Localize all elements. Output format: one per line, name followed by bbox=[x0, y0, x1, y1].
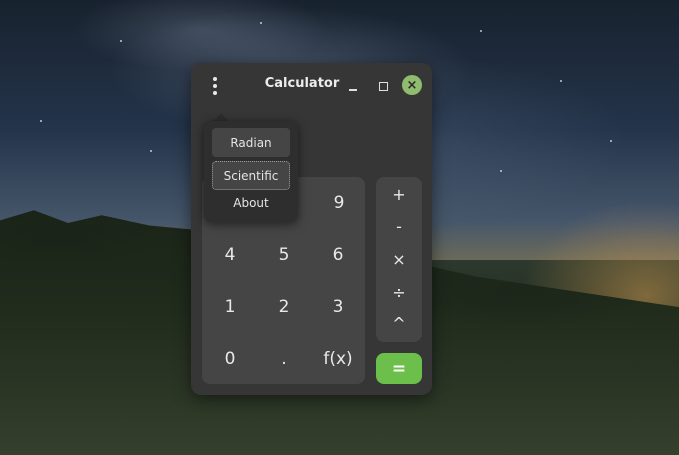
key-1[interactable]: 1 bbox=[205, 287, 255, 327]
key-minus[interactable]: - bbox=[376, 212, 422, 240]
star bbox=[610, 140, 612, 142]
key-divide[interactable]: ÷ bbox=[376, 278, 422, 306]
menu-item-scientific[interactable]: Scientific bbox=[212, 161, 290, 190]
operator-panel: + - × ÷ ^ bbox=[376, 177, 422, 342]
key-multiply[interactable]: × bbox=[376, 245, 422, 273]
star bbox=[120, 40, 122, 42]
star bbox=[560, 80, 562, 82]
main-menu-popover: Radian Scientific About bbox=[204, 121, 298, 222]
minimize-icon[interactable] bbox=[342, 75, 364, 97]
star bbox=[480, 30, 482, 32]
menu-item-radian[interactable]: Radian bbox=[212, 128, 290, 157]
key-9[interactable]: 9 bbox=[314, 183, 364, 223]
close-icon[interactable]: × bbox=[402, 75, 422, 95]
key-6[interactable]: 6 bbox=[313, 235, 363, 275]
key-4[interactable]: 4 bbox=[205, 235, 255, 275]
menu-item-about[interactable]: About bbox=[212, 188, 290, 217]
vertical-dots-icon[interactable] bbox=[205, 75, 225, 97]
key-5[interactable]: 5 bbox=[259, 235, 309, 275]
popover-arrow bbox=[213, 113, 229, 121]
title-bar: Calculator × bbox=[191, 63, 432, 109]
key-function[interactable]: f(x) bbox=[313, 339, 363, 379]
key-2[interactable]: 2 bbox=[259, 287, 309, 327]
star bbox=[150, 150, 152, 152]
key-power[interactable]: ^ bbox=[376, 309, 422, 337]
star bbox=[260, 22, 262, 24]
star bbox=[40, 120, 42, 122]
equals-button[interactable]: = bbox=[376, 353, 422, 384]
window-title: Calculator bbox=[264, 76, 340, 91]
key-0[interactable]: 0 bbox=[205, 339, 255, 379]
key-3[interactable]: 3 bbox=[313, 287, 363, 327]
maximize-icon[interactable] bbox=[372, 75, 394, 97]
star bbox=[500, 170, 502, 172]
key-decimal[interactable]: . bbox=[259, 339, 309, 379]
key-plus[interactable]: + bbox=[376, 180, 422, 208]
